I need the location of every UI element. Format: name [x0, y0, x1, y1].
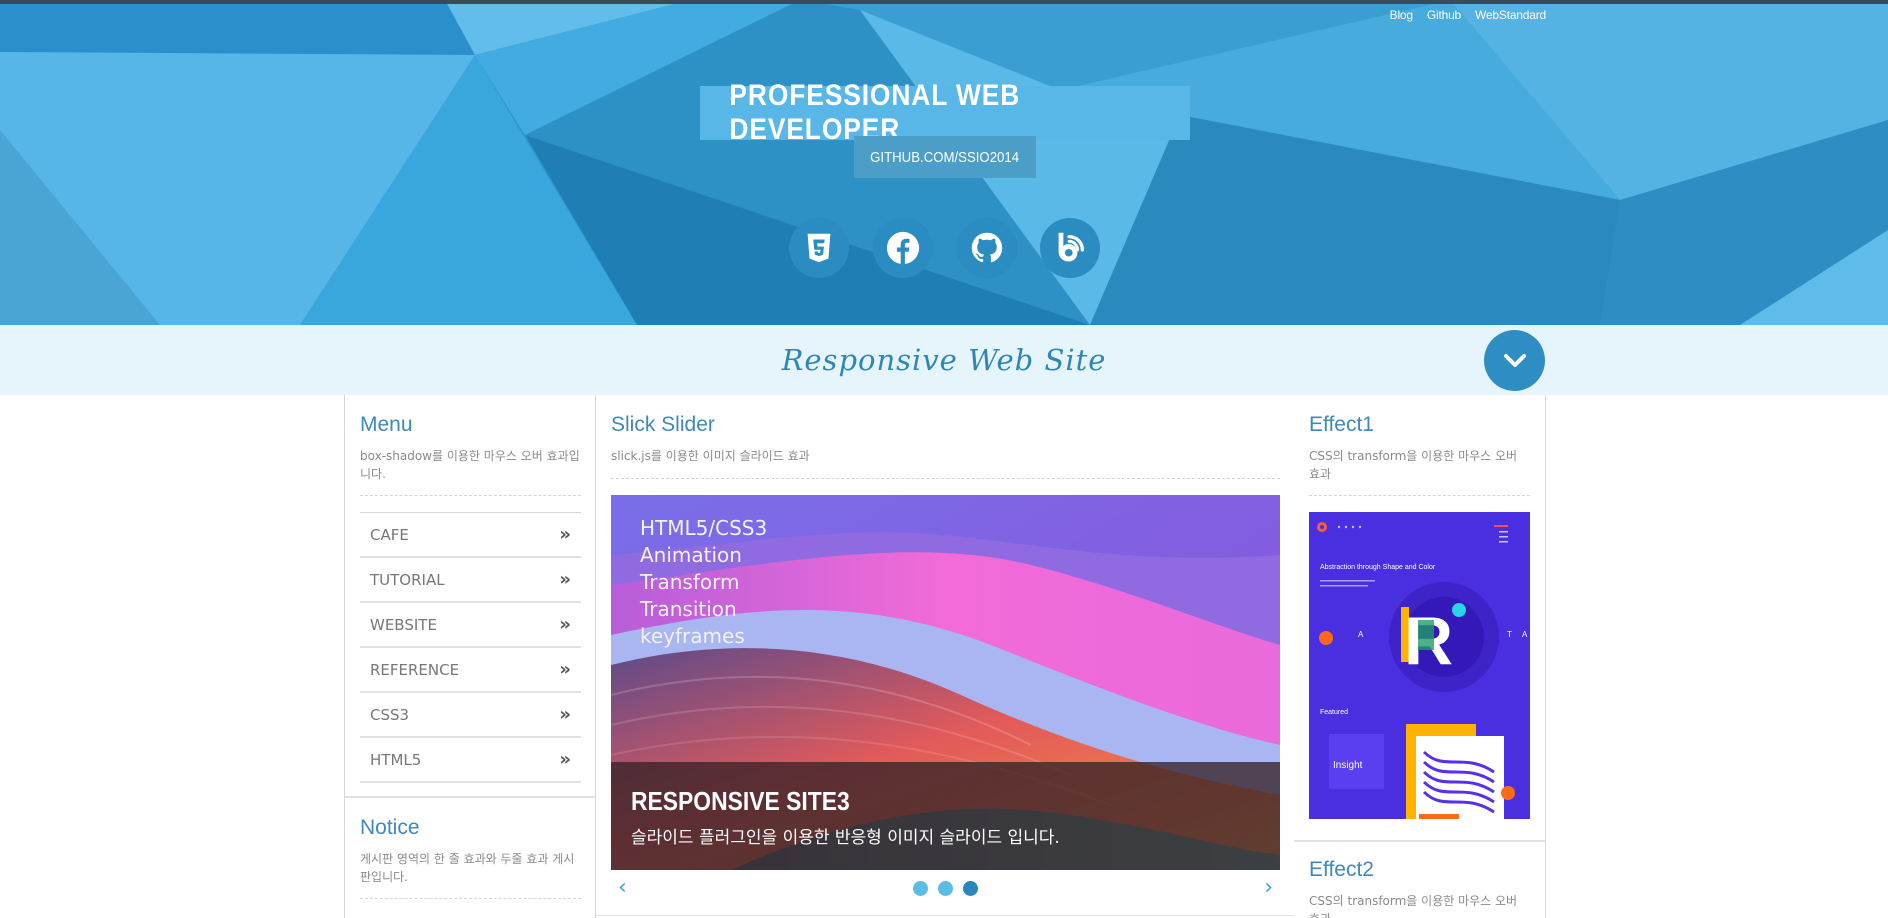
double-chevron-right-icon: » — [559, 704, 571, 725]
divider — [611, 478, 1280, 479]
notice-desc: 게시판 영역의 한 줄 효과와 두줄 효과 게시판입니다. — [360, 852, 575, 884]
menu-item-reference[interactable]: REFERENCE » — [360, 648, 581, 693]
menu-header: Menu box-shadow를 이용한 마우스 오버 효과입니다. — [360, 413, 581, 483]
notice-header: Notice 게시판 영역의 한 줄 효과와 두줄 효과 게시판입니다. — [360, 816, 581, 886]
menu-item-label: TUTORIAL — [370, 570, 445, 589]
slide-topic: Animation — [640, 543, 742, 567]
site-subtitle: GITHUB.COM/SSIO2014 — [870, 148, 1020, 166]
html5-icon[interactable] — [789, 218, 849, 278]
section-separator — [345, 796, 596, 798]
menu-item-label: WEBSITE — [370, 615, 437, 634]
double-chevron-right-icon: » — [559, 659, 571, 680]
poster-artwork: Abstraction through Shape and Color R A … — [1309, 512, 1530, 819]
menu-item-tutorial[interactable]: TUTORIAL » — [360, 558, 581, 603]
band-title: Responsive Web Site — [781, 343, 1107, 377]
top-link-blog[interactable]: Blog — [1390, 8, 1413, 22]
slider-desc: slick.js를 이용한 이미지 슬라이드 효과 — [611, 449, 810, 463]
divider — [1309, 495, 1530, 496]
double-chevron-right-icon: » — [559, 524, 571, 545]
menu-item-label: HTML5 — [370, 750, 422, 769]
slide-topic: Transition — [640, 597, 737, 621]
menu-item-label: CSS3 — [370, 705, 410, 724]
slide-topic: HTML5/CSS3 — [640, 516, 768, 540]
effect1-header: Effect1 CSS의 transform을 이용한 마우스 오버 효과 — [1309, 413, 1530, 483]
menu-title: Menu — [360, 413, 413, 436]
chevron-down-icon — [1503, 353, 1526, 367]
header-hero: Blog Github WebStandard PROFESSIONAL WEB… — [0, 0, 1888, 325]
slide-caption-desc: 슬라이드 플러그인을 이용한 반응형 이미지 슬라이드 입니다. — [631, 828, 1060, 848]
poster-insight: Insight — [1333, 760, 1363, 771]
site-subtitle-box[interactable]: GITHUB.COM/SSIO2014 — [854, 136, 1036, 178]
blog-icon[interactable] — [1040, 218, 1100, 278]
effect2-desc: CSS의 transform을 이용한 마우스 오버 효과 — [1309, 894, 1518, 918]
slide-topic: Transform — [640, 570, 740, 594]
poster-letter-left: A — [1358, 630, 1364, 639]
slider-dots — [611, 881, 1280, 896]
double-chevron-right-icon: » — [559, 749, 571, 770]
menu-item-website[interactable]: WEBSITE » — [360, 603, 581, 648]
poster-letter-edge: A — [1522, 630, 1528, 639]
slide-caption: RESPONSIVE SITE3 슬라이드 플러그인을 이용한 반응형 이미지 … — [611, 762, 1280, 870]
effect2-title: Effect2 — [1309, 858, 1374, 881]
github-icon[interactable] — [957, 218, 1017, 278]
menu-item-label: CAFE — [370, 525, 409, 544]
double-chevron-right-icon: » — [559, 614, 571, 635]
menu-desc: box-shadow를 이용한 마우스 오버 효과입니다. — [360, 449, 580, 481]
poster-letter-right: T — [1507, 630, 1512, 639]
effect1-title: Effect1 — [1309, 413, 1374, 436]
site-title-box: PROFESSIONAL WEB DEVELOPER — [700, 79, 1190, 146]
slide-caption-title: RESPONSIVE SITE3 — [631, 786, 850, 816]
top-link-github[interactable]: Github — [1427, 8, 1461, 22]
section-separator — [1294, 840, 1545, 842]
effect1-image[interactable]: Abstraction through Shape and Color R A … — [1309, 512, 1530, 819]
top-link-webstandard[interactable]: WebStandard — [1475, 8, 1546, 22]
facebook-icon[interactable] — [873, 218, 933, 278]
slider-dot[interactable] — [913, 881, 928, 896]
top-nav: Blog Github WebStandard — [1390, 8, 1547, 22]
scroll-down-button[interactable] — [1484, 330, 1545, 391]
divider — [360, 898, 581, 899]
menu-item-html5[interactable]: HTML5 » — [360, 738, 581, 783]
menu-item-css3[interactable]: CSS3 » — [360, 693, 581, 738]
menu-item-label: REFERENCE — [370, 660, 460, 679]
title-band: Responsive Web Site — [0, 325, 1888, 395]
effect-column: Effect1 CSS의 transform을 이용한 마우스 오버 효과 Ab… — [1294, 395, 1546, 918]
top-border — [0, 0, 1888, 4]
poster-featured: Featured — [1320, 709, 1348, 716]
slider-dot[interactable] — [938, 881, 953, 896]
next-arrow-icon[interactable]: › — [1264, 875, 1273, 900]
menu-list: CAFE » TUTORIAL » WEBSITE » REFERENCE » … — [360, 512, 581, 783]
notice-title: Notice — [360, 816, 420, 839]
menu-item-cafe[interactable]: CAFE » — [360, 513, 581, 558]
image-slide[interactable]: HTML5/CSS3 Animation Transform Transitio… — [611, 495, 1280, 870]
divider — [360, 495, 581, 496]
slider-nav: ‹ › — [611, 875, 1280, 901]
slider-dot-active[interactable] — [963, 881, 978, 896]
menu-column: Menu box-shadow를 이용한 마우스 오버 효과입니다. CAFE … — [344, 395, 596, 918]
effect2-header: Effect2 CSS의 transform을 이용한 마우스 오버 효과 — [1309, 858, 1530, 918]
section-separator — [596, 915, 1294, 916]
slider-header: Slick Slider slick.js를 이용한 이미지 슬라이드 효과 — [611, 413, 1280, 465]
slide-topic: keyframes — [640, 624, 745, 648]
poster-heading: Abstraction through Shape and Color — [1320, 564, 1436, 571]
slider-title: Slick Slider — [611, 413, 715, 436]
slider-column: Slick Slider slick.js를 이용한 이미지 슬라이드 효과 H… — [595, 395, 1295, 918]
double-chevron-right-icon: » — [559, 569, 571, 590]
effect1-desc: CSS의 transform을 이용한 마우스 오버 효과 — [1309, 449, 1518, 481]
slide-topic-list: HTML5/CSS3 Animation Transform Transitio… — [640, 515, 767, 650]
